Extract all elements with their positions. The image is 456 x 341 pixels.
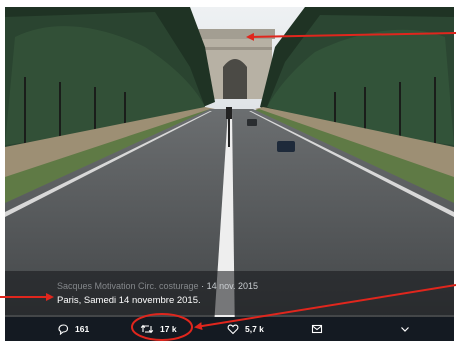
retweet-icon [140, 324, 154, 334]
tweet-date[interactable]: · 14 nov. 2015 [201, 281, 258, 291]
like-icon [227, 324, 239, 335]
tweet-media-card: Sacques Motivation Circ. costurage · 14 … [5, 7, 454, 341]
retweet-count: 17 k [160, 324, 177, 334]
author-name[interactable]: Sacques Motivation Circ. costurage [57, 281, 199, 291]
reply-button[interactable]: 161 [57, 317, 89, 341]
reply-icon [58, 324, 69, 335]
retweet-button[interactable]: 17 k [140, 317, 177, 341]
message-icon [311, 324, 323, 334]
tweet-meta-panel [5, 271, 454, 315]
like-count: 5,7 k [245, 324, 264, 334]
tweet-caption: Paris, Samedi 14 novembre 2015. [57, 295, 201, 306]
reply-count: 161 [75, 324, 90, 334]
more-options-button[interactable] [399, 317, 411, 341]
tweet-author-line[interactable]: Sacques Motivation Circ. costurage · 14 … [57, 281, 258, 291]
like-button[interactable]: 5,7 k [227, 317, 264, 341]
chevron-down-icon [401, 327, 409, 332]
tweet-action-bar: 161 17 k 5,7 k [5, 317, 454, 341]
message-button[interactable] [311, 317, 323, 341]
